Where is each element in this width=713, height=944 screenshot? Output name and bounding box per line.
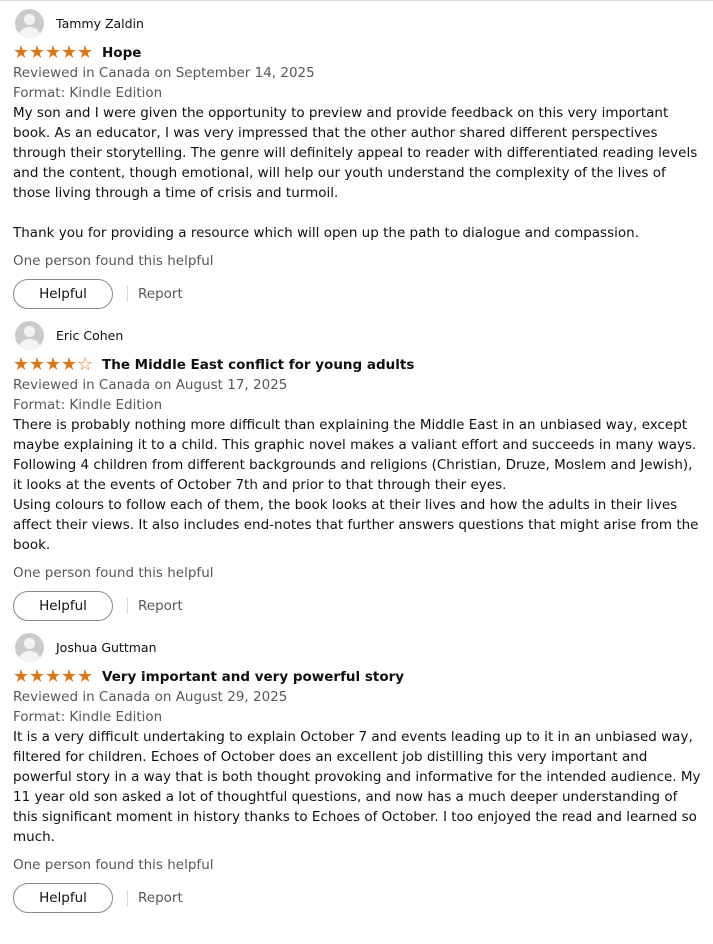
star-filled-icon: ★ xyxy=(29,42,46,63)
review-list: Tammy Zaldin ★ ★ ★ ★ ★ Hope Reviewed in Cana… xyxy=(13,8,703,944)
review-paragraph: My son and I were given the opportunity … xyxy=(13,105,698,201)
review-date: Reviewed in Canada on August 17, 2025 xyxy=(13,377,288,393)
star-filled-icon: ★ xyxy=(13,354,30,375)
review-body: There is probably nothing more difficult… xyxy=(13,415,703,555)
avatar-icon xyxy=(15,320,44,350)
review-card: Eric Cohen ★ ★ ★ ★ ☆ The Middle East conflic… xyxy=(13,320,703,632)
reviewer-name: Joshua Guttman xyxy=(56,639,157,655)
review-card: Joshua Guttman ★ ★ ★ ★ ★ Very important and … xyxy=(13,632,703,944)
action-divider xyxy=(127,598,128,614)
review-date: Reviewed in Canada on August 29, 2025 xyxy=(13,689,288,705)
helpful-button[interactable]: Helpful xyxy=(13,591,113,621)
star-filled-icon: ★ xyxy=(29,666,46,687)
review-paragraph: There is probably nothing more difficult… xyxy=(13,417,697,453)
action-divider xyxy=(127,286,128,302)
report-link[interactable]: Report xyxy=(138,598,183,614)
action-divider xyxy=(127,890,128,906)
star-filled-icon: ★ xyxy=(61,354,78,375)
review-paragraph: Thank you for providing a resource which… xyxy=(13,225,639,241)
star-rating[interactable]: ★ ★ ★ ★ ★ xyxy=(13,42,94,63)
star-filled-icon: ★ xyxy=(13,42,30,63)
star-filled-icon: ★ xyxy=(45,354,62,375)
helpful-button[interactable]: Helpful xyxy=(13,279,113,309)
star-filled-icon: ★ xyxy=(45,666,62,687)
review-card: Tammy Zaldin ★ ★ ★ ★ ★ Hope Reviewed in Cana… xyxy=(13,8,703,320)
review-body: It is a very difficult undertaking to ex… xyxy=(13,727,703,847)
reviewer-name: Eric Cohen xyxy=(56,327,124,343)
helpful-count: One person found this helpful xyxy=(13,857,214,873)
review-title[interactable]: Very important and very powerful story xyxy=(102,669,404,685)
reviewer-profile[interactable]: Eric Cohen xyxy=(15,320,703,350)
review-title[interactable]: The Middle East conflict for young adult… xyxy=(102,357,414,373)
review-title[interactable]: Hope xyxy=(102,45,141,61)
review-paragraph: Following 4 children from different back… xyxy=(13,457,693,493)
review-body: My son and I were given the opportunity … xyxy=(13,103,703,243)
avatar-icon xyxy=(15,8,44,38)
top-divider xyxy=(0,0,713,1)
review-paragraph: It is a very difficult undertaking to ex… xyxy=(13,729,701,845)
star-empty-icon: ☆ xyxy=(77,354,94,375)
star-filled-icon: ★ xyxy=(77,42,94,63)
review-format[interactable]: Format: Kindle Edition xyxy=(13,83,703,103)
helpful-count: One person found this helpful xyxy=(13,565,214,581)
reviewer-profile[interactable]: Joshua Guttman xyxy=(15,632,703,662)
avatar-icon xyxy=(15,632,44,662)
helpful-count: One person found this helpful xyxy=(13,253,214,269)
star-filled-icon: ★ xyxy=(13,666,30,687)
review-date: Reviewed in Canada on September 14, 2025 xyxy=(13,65,315,81)
star-filled-icon: ★ xyxy=(61,42,78,63)
reviewer-profile[interactable]: Tammy Zaldin xyxy=(15,8,703,38)
reviewer-name: Tammy Zaldin xyxy=(56,15,144,31)
report-link[interactable]: Report xyxy=(138,286,183,302)
star-filled-icon: ★ xyxy=(29,354,46,375)
star-filled-icon: ★ xyxy=(61,666,78,687)
star-filled-icon: ★ xyxy=(77,666,94,687)
star-rating[interactable]: ★ ★ ★ ★ ☆ xyxy=(13,354,94,375)
report-link[interactable]: Report xyxy=(138,890,183,906)
review-format[interactable]: Format: Kindle Edition xyxy=(13,395,703,415)
star-rating[interactable]: ★ ★ ★ ★ ★ xyxy=(13,666,94,687)
review-paragraph: Using colours to follow each of them, th… xyxy=(13,497,699,553)
star-filled-icon: ★ xyxy=(45,42,62,63)
review-format[interactable]: Format: Kindle Edition xyxy=(13,707,703,727)
